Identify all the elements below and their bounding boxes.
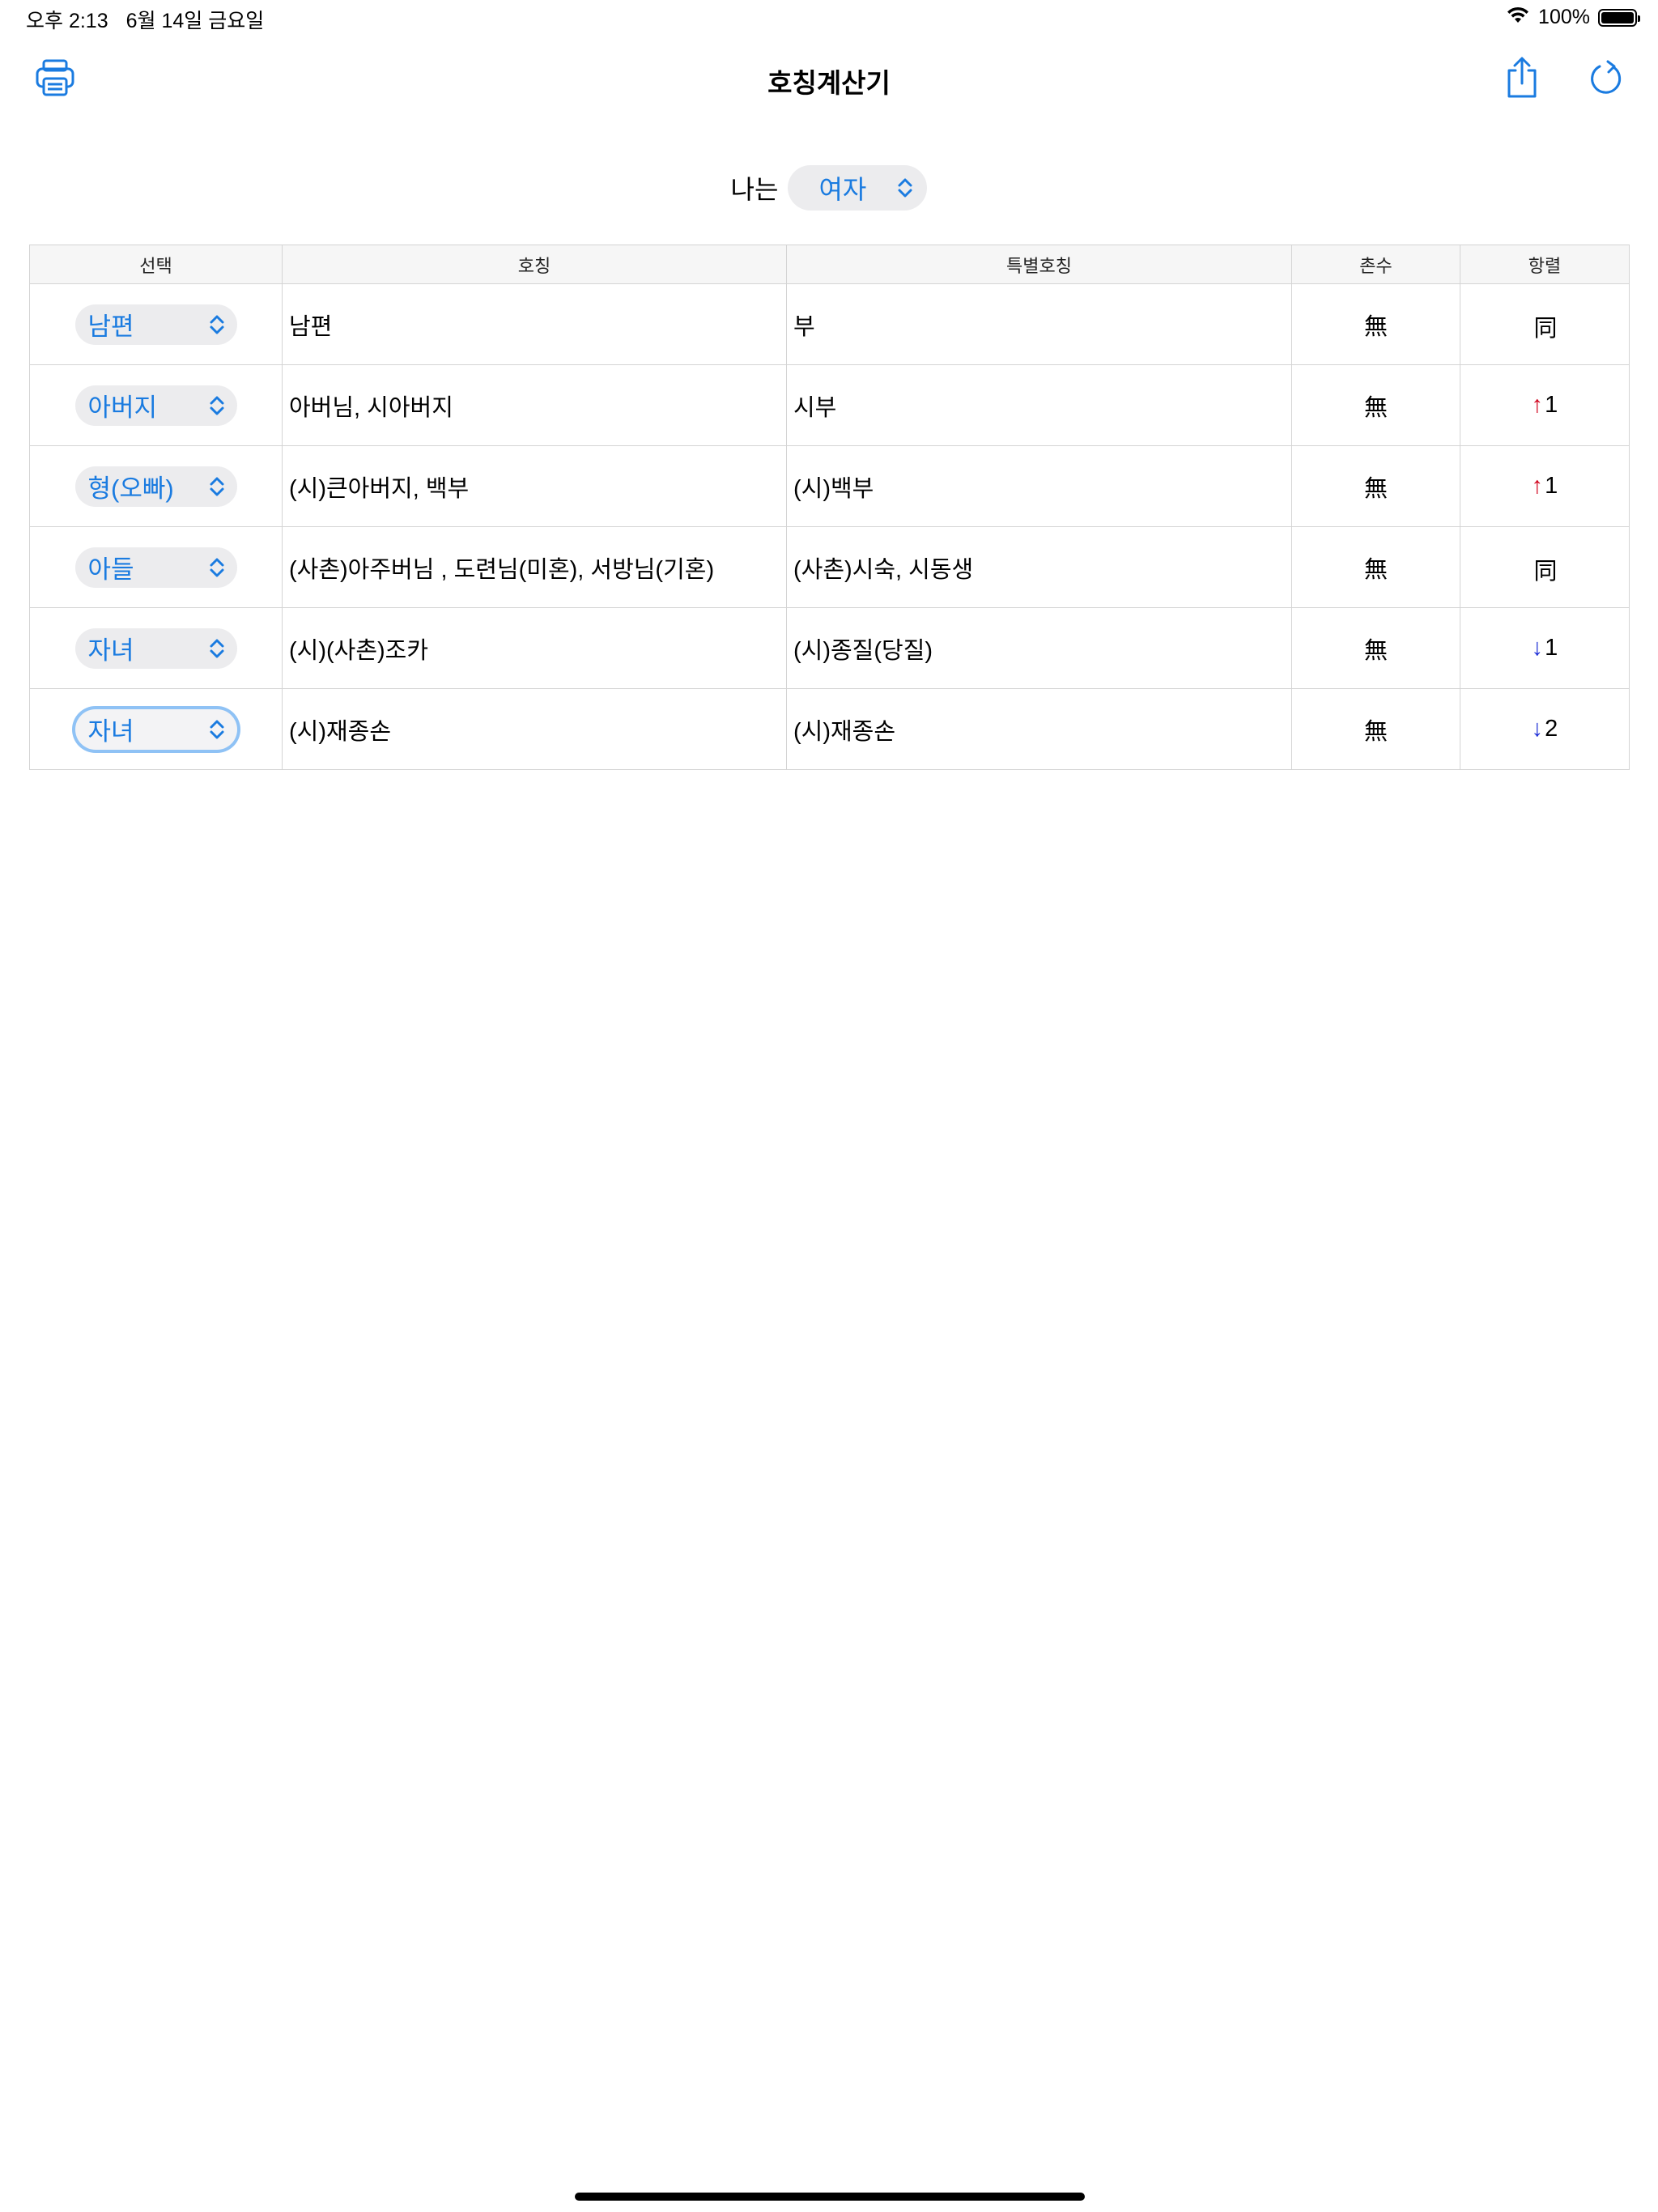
title-cell: (시)(사촌)조카 — [282, 607, 787, 689]
relation-value: 남편 — [87, 313, 134, 341]
relation-picker[interactable]: 아버지 — [74, 385, 237, 426]
hangryeol-value-group: 同 — [1532, 552, 1557, 586]
hangryeol-arrow: ↓ — [1531, 716, 1544, 742]
relation-picker[interactable]: 아들 — [74, 547, 237, 588]
battery-percent: 100% — [1538, 6, 1590, 28]
hangryeol-value-group: ↓ 1 — [1532, 635, 1558, 661]
chevron-up-down-icon — [210, 315, 223, 334]
select-cell: 남편 — [29, 283, 283, 365]
special-title-cell: (사촌)시숙, 시동생 — [786, 526, 1292, 608]
header-title: 호칭 — [282, 245, 787, 284]
hangryeol-value: 1 — [1545, 392, 1558, 418]
header-hangryeol: 항렬 — [1460, 245, 1630, 284]
battery-icon — [1598, 8, 1640, 27]
special-title-cell: 시부 — [786, 364, 1292, 446]
hangryeol-cell: ↓ 2 — [1460, 688, 1630, 770]
table-row: 남편 남편 부 無同 — [29, 283, 1630, 365]
relation-value: 형(오빠) — [87, 474, 174, 503]
table-row: 아버지 아버님, 시아버지 시부 無 ↑ 1 — [29, 364, 1630, 446]
chonsu-cell: 無 — [1291, 445, 1460, 527]
refresh-button[interactable] — [1583, 55, 1631, 104]
refresh-icon — [1588, 57, 1626, 102]
table-row: 자녀 (시)재종손 (시)재종손 無 ↓ 2 — [29, 688, 1630, 770]
title-cell: (시)큰아버지, 백부 — [282, 445, 787, 527]
result-table: 선택 호칭 특별호칭 촌수 항렬 남편 남편 부 無同 아버지 아버님, 시아버지 시부 無 ↑… — [29, 245, 1630, 770]
chonsu-cell: 無 — [1291, 526, 1460, 608]
title-cell: 남편 — [282, 283, 787, 365]
chonsu-cell: 無 — [1291, 364, 1460, 446]
table-header-row: 선택 호칭 특별호칭 촌수 항렬 — [29, 245, 1630, 284]
relation-value: 아들 — [87, 555, 134, 584]
hangryeol-value-group: 同 — [1532, 309, 1557, 343]
chevron-up-down-icon — [210, 558, 223, 576]
hangryeol-arrow: ↑ — [1531, 473, 1544, 499]
chonsu-cell: 無 — [1291, 688, 1460, 770]
share-button[interactable] — [1498, 55, 1546, 104]
hangryeol-value: 1 — [1545, 635, 1558, 661]
title-cell: (시)재종손 — [282, 688, 787, 770]
wifi-icon — [1506, 5, 1530, 30]
hangryeol-value: 1 — [1545, 473, 1558, 499]
chevron-up-down-icon — [898, 178, 912, 198]
gender-picker[interactable]: 여자 — [788, 165, 928, 211]
status-right: 100% — [1506, 5, 1640, 30]
hangryeol-cell: ↓ 1 — [1460, 607, 1630, 689]
select-cell: 자녀 — [29, 688, 283, 770]
select-cell: 아들 — [29, 526, 283, 608]
status-time: 오후 2:13 — [26, 10, 108, 32]
gender-value: 여자 — [818, 175, 867, 204]
chevron-up-down-icon — [210, 720, 223, 738]
chevron-up-down-icon — [210, 477, 223, 496]
hangryeol-value: 2 — [1545, 716, 1558, 742]
table-row: 형(오빠) (시)큰아버지, 백부 (시)백부 無 ↑ 1 — [29, 445, 1630, 527]
title-cell: (사촌)아주버님 , 도련님(미혼), 서방님(기혼) — [282, 526, 787, 608]
header-special-title: 특별호칭 — [786, 245, 1292, 284]
relation-picker[interactable]: 형(오빠) — [74, 466, 237, 507]
relation-value: 아버지 — [87, 393, 158, 422]
select-cell: 자녀 — [29, 607, 283, 689]
select-cell: 아버지 — [29, 364, 283, 446]
gender-label: 나는 — [730, 175, 779, 204]
hangryeol-value-group: ↑ 1 — [1532, 473, 1558, 500]
chevron-up-down-icon — [210, 396, 223, 415]
special-title-cell: (시)백부 — [786, 445, 1292, 527]
hangryeol-arrow: ↑ — [1531, 392, 1544, 418]
table-row: 자녀 (시)(사촌)조카 (시)종질(당질) 無 ↓ 1 — [29, 607, 1630, 689]
hangryeol-cell: 同 — [1460, 526, 1630, 608]
special-title-cell: 부 — [786, 283, 1292, 365]
chevron-up-down-icon — [210, 639, 223, 657]
hangryeol-cell: 同 — [1460, 283, 1630, 365]
relation-picker[interactable]: 자녀 — [74, 708, 237, 750]
hangryeol-value: 同 — [1533, 315, 1558, 342]
chonsu-cell: 無 — [1291, 283, 1460, 365]
status-left: 오후 2:13 6월 14일 금요일 — [26, 5, 264, 34]
select-cell: 형(오빠) — [29, 445, 283, 527]
special-title-cell: (시)종질(당질) — [786, 607, 1292, 689]
page-title: 호칭계산기 — [767, 68, 891, 98]
relation-picker[interactable]: 남편 — [74, 304, 237, 345]
title-cell: 아버님, 시아버지 — [282, 364, 787, 446]
header-select: 선택 — [29, 245, 283, 284]
header-chonsu: 촌수 — [1291, 245, 1460, 284]
hangryeol-value: 同 — [1533, 558, 1558, 585]
share-icon — [1504, 56, 1540, 104]
relation-picker[interactable]: 자녀 — [74, 627, 237, 669]
home-indicator — [575, 2193, 1085, 2201]
hangryeol-cell: ↑ 1 — [1460, 364, 1630, 446]
hangryeol-cell: ↑ 1 — [1460, 445, 1630, 527]
hangryeol-arrow: ↓ — [1531, 635, 1544, 661]
hangryeol-value-group: ↑ 1 — [1532, 392, 1558, 419]
special-title-cell: (시)재종손 — [786, 688, 1292, 770]
status-date: 6월 14일 금요일 — [125, 10, 265, 32]
table-row: 아들 (사촌)아주버님 , 도련님(미혼), 서방님(기혼) (사촌)시숙, 시동생… — [29, 526, 1630, 608]
status-bar: 오후 2:13 6월 14일 금요일 100% — [0, 0, 1658, 39]
relation-value: 자녀 — [87, 717, 134, 746]
chonsu-cell: 無 — [1291, 607, 1460, 689]
relation-value: 자녀 — [87, 636, 134, 665]
gender-row: 나는 여자 — [0, 165, 1658, 211]
hangryeol-value-group: ↓ 2 — [1532, 716, 1558, 742]
